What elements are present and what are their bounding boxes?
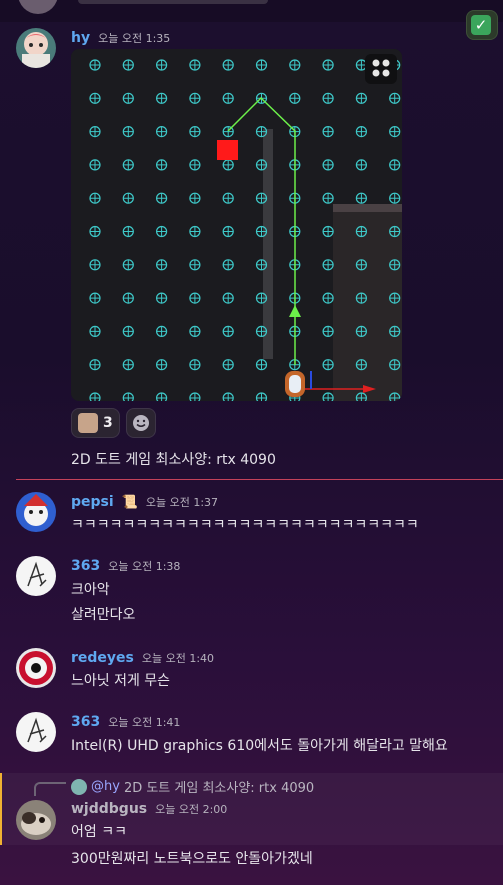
check-mark-icon: ✓ <box>471 15 491 35</box>
avatar[interactable] <box>16 28 56 68</box>
username[interactable]: pepsi <box>71 494 114 510</box>
message-text: Intel(R) UHD graphics 610에서도 돌아가게 해달라고 말… <box>71 738 448 754</box>
gallery-dot-icon <box>372 59 380 67</box>
message-text: ㅋㅋㅋㅋㅋㅋㅋㅋㅋㅋㅋㅋㅋㅋㅋㅋㅋㅋㅋㅋㅋㅋㅋㅋㅋㅋㅋ <box>71 517 419 533</box>
timestamp[interactable]: 오늘 오전 1:35 <box>98 30 170 46</box>
reaction-count: 3 <box>103 415 113 431</box>
reply-avatar <box>71 778 87 795</box>
username[interactable]: hy <box>71 30 90 46</box>
username[interactable]: 363 <box>71 714 100 730</box>
timestamp[interactable]: 오늘 오전 1:40 <box>142 650 214 666</box>
target-marker <box>217 140 238 160</box>
smile-icon <box>132 415 149 431</box>
reply-connector <box>34 782 66 796</box>
custom-emoji-icon <box>78 413 98 433</box>
username[interactable]: wjddbgus <box>71 801 147 817</box>
gallery-dot-icon <box>382 69 390 77</box>
gallery-button-bg <box>365 54 397 84</box>
previous-message-cutoff <box>0 0 503 22</box>
message-text: 어엄 ㅋㅋ <box>71 824 127 840</box>
add-reaction-button[interactable] <box>125 408 156 438</box>
avatar[interactable] <box>16 800 56 840</box>
message-text: 느아닛 저게 무슨 <box>71 673 171 689</box>
message-content <box>78 0 268 4</box>
player-sprite-inner <box>289 375 301 393</box>
avatar[interactable] <box>16 648 56 688</box>
message-text: 300만원짜리 노트북으로도 안돌아가겠네 <box>71 851 313 867</box>
timestamp[interactable]: 오늘 오전 2:00 <box>155 801 227 817</box>
game-screenshot-attachment[interactable] <box>71 49 402 401</box>
avatar[interactable] <box>16 492 56 532</box>
reply-preview-text[interactable]: 2D 도트 게임 최소사양: rtx 4090 <box>124 777 314 796</box>
message-text: 살려만다오 <box>71 607 136 623</box>
username[interactable]: redeyes <box>71 650 134 666</box>
reaction-check[interactable]: ✓ <box>466 10 498 40</box>
scroll-badge-icon: 📜 <box>121 495 138 510</box>
avatar[interactable] <box>16 712 56 752</box>
gallery-dot-icon <box>382 59 390 67</box>
avatar[interactable] <box>16 556 56 596</box>
reaction-avatar-emoji[interactable]: 3 <box>71 408 120 438</box>
message-text: 2D 도트 게임 최소사양: rtx 4090 <box>71 452 276 468</box>
new-messages-divider <box>16 479 503 480</box>
reply-mention[interactable]: @hy <box>91 779 120 794</box>
timestamp[interactable]: 오늘 오전 1:38 <box>108 558 180 574</box>
wall-top-edge <box>333 204 402 212</box>
timestamp[interactable]: 오늘 오전 1:37 <box>146 494 218 510</box>
reply-reference[interactable]: @hy 2D 도트 게임 최소사양: rtx 4090 <box>71 777 314 796</box>
username[interactable]: 363 <box>71 558 100 574</box>
stone-pillar <box>263 129 273 359</box>
gallery-dot-icon <box>372 69 380 77</box>
timestamp[interactable]: 오늘 오전 1:41 <box>108 714 180 730</box>
message-text: 크아악 <box>71 582 110 598</box>
avatar[interactable] <box>18 0 58 14</box>
